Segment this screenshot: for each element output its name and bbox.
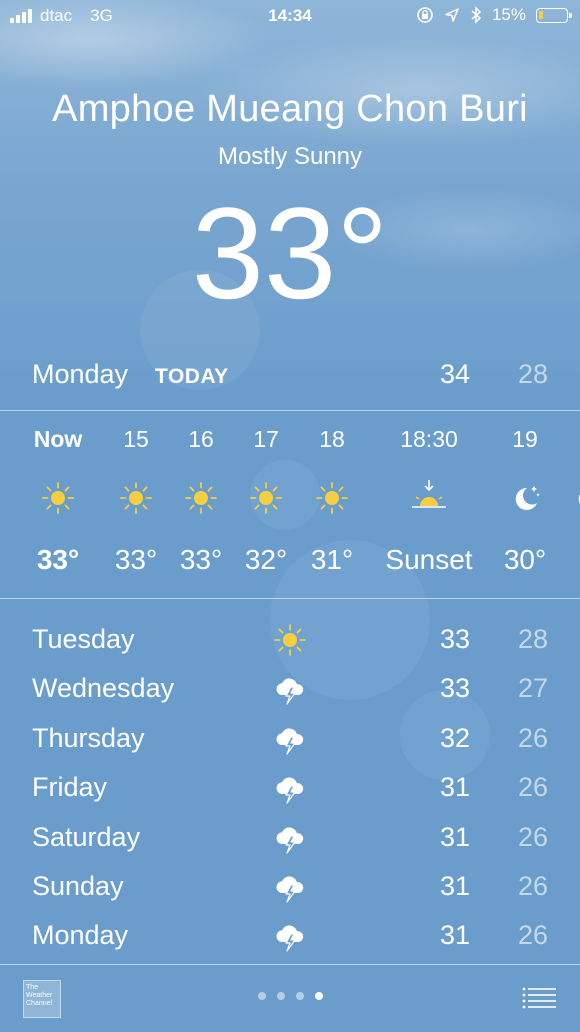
status-right: 15% [416, 5, 572, 25]
bluetooth-icon [471, 6, 482, 24]
hour-temp: 31° [310, 544, 354, 575]
hour-time: 2 [548, 426, 580, 453]
today-high: 34 [439, 359, 470, 389]
day-name: Sunday [32, 871, 124, 901]
hour-temp: 33° [36, 544, 80, 575]
current-temperature: 33° [191, 180, 389, 326]
sun-icon [120, 482, 152, 514]
hour-time: 18 [319, 426, 345, 452]
page-dot[interactable] [258, 992, 266, 1000]
location-title: Amphoe Mueang Chon Buri [52, 88, 528, 130]
daily-row: Monday 31 26 [0, 914, 580, 962]
thunderstorm-icon [276, 925, 304, 952]
sun-icon [274, 624, 306, 656]
today-low: 28 [517, 359, 548, 389]
sun-icon [42, 482, 74, 514]
sun-icon [316, 482, 348, 514]
page-indicator[interactable] [258, 992, 323, 1000]
day-high: 31 [439, 822, 470, 852]
day-high: 32 [439, 723, 470, 753]
hour-time: Now [33, 426, 83, 452]
daily-row: Friday 31 26 [0, 766, 580, 814]
battery-percent: 15% [491, 5, 526, 24]
moon-icon [515, 486, 540, 510]
weather-channel-logo[interactable]: The Weather Channel [23, 980, 61, 1018]
day-low: 28 [517, 624, 548, 654]
day-high: 33 [439, 624, 470, 654]
thunderstorm-icon [276, 678, 304, 705]
moon-icon [578, 494, 580, 504]
status-bar: dtac 3G 14:34 15% [0, 0, 580, 32]
day-name: Saturday [32, 822, 141, 852]
day-high: 31 [439, 871, 470, 901]
day-low: 26 [517, 822, 548, 852]
daily-row: Saturday 31 26 [0, 816, 580, 864]
rotation-lock-icon [417, 7, 433, 23]
day-low: 27 [517, 673, 548, 703]
list-icon[interactable] [522, 987, 556, 1009]
day-name: Wednesday [32, 673, 175, 703]
today-summary-row: Monday TODAY 34 28 [0, 355, 580, 397]
hour-temp: Sunset [385, 544, 473, 575]
daily-row: Wednesday 33 27 [0, 667, 580, 715]
day-high: 31 [439, 772, 470, 802]
day-name: Tuesday [32, 624, 135, 654]
thunderstorm-icon [276, 876, 304, 903]
daily-row: Tuesday 33 28 [0, 618, 580, 666]
today-tag: TODAY [155, 365, 229, 388]
day-high: 31 [439, 920, 470, 950]
hour-time: 18:30 [400, 426, 458, 452]
daily-row: Sunday 31 26 [0, 865, 580, 913]
day-name: Thursday [32, 723, 145, 753]
day-low: 26 [517, 723, 548, 753]
bottom-toolbar: The Weather Channel [0, 965, 580, 1032]
sunset-icon [412, 480, 446, 508]
day-name: Monday [32, 920, 129, 950]
day-name: Friday [32, 772, 108, 802]
sun-icon [250, 482, 282, 514]
day-low: 26 [517, 871, 548, 901]
thunderstorm-icon [276, 728, 304, 755]
thunderstorm-icon [276, 827, 304, 854]
sun-icon [185, 482, 217, 514]
thunderstorm-icon [276, 777, 304, 804]
location-arrow-icon [445, 8, 459, 22]
page-dot[interactable] [296, 992, 304, 1000]
logo-text: The Weather Channel [26, 984, 53, 1007]
day-low: 26 [517, 772, 548, 802]
battery-icon [536, 7, 572, 23]
today-day-label: Monday [32, 359, 129, 389]
battery-level-fill [539, 10, 543, 19]
weather-condition: Mostly Sunny [217, 143, 363, 170]
day-low: 26 [517, 920, 548, 950]
page-dot-active[interactable] [315, 992, 323, 1000]
daily-row: Thursday 32 26 [0, 717, 580, 765]
hourly-forecast[interactable]: Now 33° 15 33° 16 33° 17 32° 18 31° 18:3… [0, 412, 580, 598]
page-dot[interactable] [277, 992, 285, 1000]
divider [0, 598, 580, 599]
day-high: 33 [439, 673, 470, 703]
divider [0, 410, 580, 411]
hour-temp: 2 [548, 544, 580, 576]
